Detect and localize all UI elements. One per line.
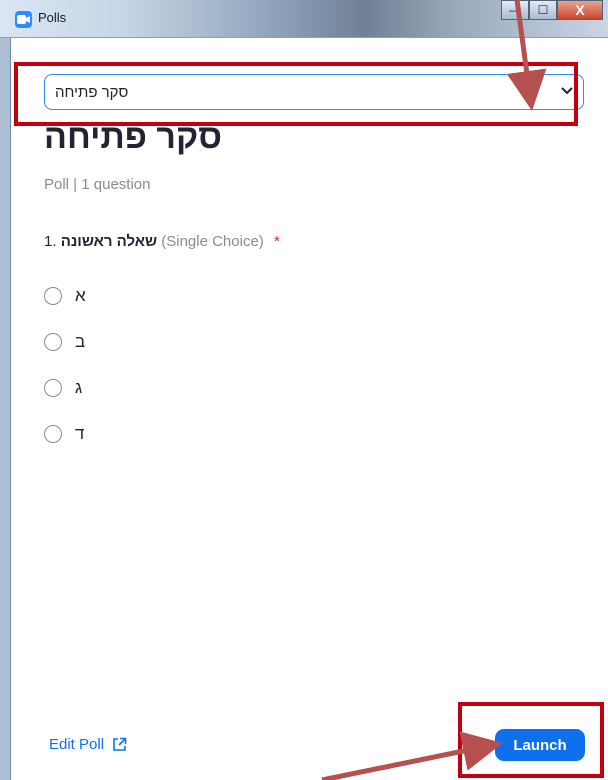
window-left-border (0, 0, 11, 780)
option-row[interactable]: א (44, 273, 86, 319)
radio-button[interactable] (44, 333, 62, 351)
minimize-button[interactable]: — (501, 0, 529, 20)
required-marker: * (273, 233, 280, 250)
question-text: שאלה ראשונה (60, 233, 158, 250)
option-label: א (75, 286, 86, 305)
radio-button[interactable] (44, 379, 62, 397)
maximize-button[interactable]: ☐ (529, 0, 557, 20)
poll-select-value: סקר פתיחה (55, 84, 129, 101)
question-number: 1. (44, 233, 57, 250)
window-title: Polls (38, 10, 67, 25)
poll-title: סקר פתיחה (44, 118, 222, 156)
radio-button[interactable] (44, 425, 62, 443)
edit-poll-label: Edit Poll (49, 736, 105, 753)
option-label: ב (75, 332, 86, 351)
launch-button[interactable]: Launch (495, 729, 585, 761)
window-titlebar[interactable]: Polls — ☐ X (0, 0, 608, 38)
option-label: ד (75, 424, 85, 443)
question-line: 1. שאלה ראשונה (Single Choice) * (44, 233, 280, 250)
question-type: (Single Choice) (161, 233, 264, 250)
radio-button[interactable] (44, 287, 62, 305)
external-link-icon (113, 737, 127, 751)
zoom-camera-icon (15, 11, 32, 28)
option-label: ג (75, 378, 83, 397)
arrow-to-launch (321, 731, 503, 780)
chevron-down-icon (561, 87, 573, 95)
edit-poll-link[interactable]: Edit Poll (49, 736, 127, 753)
option-row[interactable]: ד (44, 411, 86, 457)
option-row[interactable]: ג (44, 365, 86, 411)
poll-select-dropdown[interactable]: סקר פתיחה (44, 74, 584, 110)
window-controls: — ☐ X (501, 0, 603, 22)
poll-meta: Poll | 1 question (44, 176, 151, 193)
annotation-arrows (321, 0, 547, 780)
options-list: א ב ג ד (44, 273, 86, 457)
option-row[interactable]: ב (44, 319, 86, 365)
close-button[interactable]: X (557, 0, 603, 20)
